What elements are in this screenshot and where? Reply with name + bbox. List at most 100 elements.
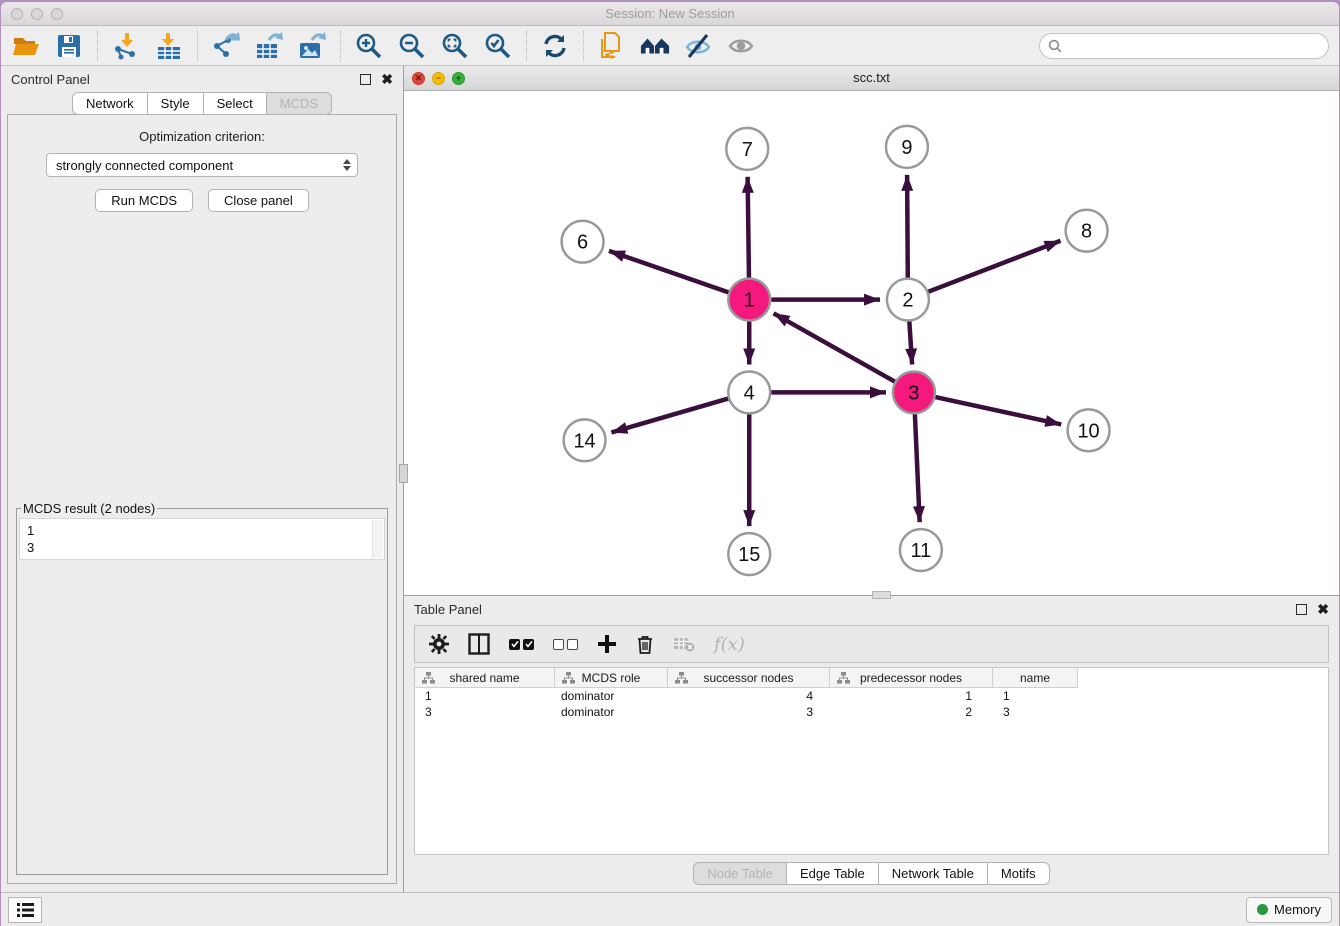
show-all-icon[interactable]: [726, 31, 756, 61]
window-titlebar[interactable]: Session: New Session: [1, 2, 1339, 26]
cell-predecessor-nodes[interactable]: 1: [830, 688, 993, 704]
tab-network-table[interactable]: Network Table: [879, 862, 988, 885]
graph-edge-3-11: [915, 414, 920, 522]
network-canvas[interactable]: 1 2 3 4 6 7 8 9 10 11 14 15: [404, 91, 1339, 595]
zoom-fit-icon[interactable]: [440, 31, 470, 61]
create-column-icon[interactable]: [597, 634, 617, 654]
column-header-mcds-role[interactable]: MCDS role: [555, 668, 668, 688]
svg-text:14: 14: [573, 430, 595, 452]
refresh-layout-icon[interactable]: [540, 31, 570, 61]
column-header-name[interactable]: name: [993, 668, 1078, 688]
run-mcds-button[interactable]: Run MCDS: [95, 189, 193, 212]
column-header-predecessor-nodes[interactable]: predecessor nodes: [830, 668, 993, 688]
cell-mcds-role[interactable]: dominator: [555, 704, 668, 720]
unselect-all-columns-icon[interactable]: [553, 639, 578, 650]
show-columns-icon[interactable]: [468, 633, 490, 655]
maximize-window-button[interactable]: [51, 8, 63, 20]
float-panel-icon[interactable]: [360, 74, 371, 85]
svg-text:11: 11: [911, 540, 932, 562]
network-window-titlebar[interactable]: ✕ − + scc.txt: [404, 66, 1339, 91]
export-table-icon[interactable]: [254, 31, 284, 61]
hierarchy-icon: [837, 672, 850, 684]
graph-node-4[interactable]: 4: [728, 371, 770, 413]
float-table-panel-icon[interactable]: [1296, 604, 1307, 615]
zoom-in-icon[interactable]: [354, 31, 384, 61]
copy-style-icon[interactable]: [597, 31, 627, 61]
export-network-icon[interactable]: [211, 31, 241, 61]
vertical-splitter-handle[interactable]: [399, 464, 408, 483]
control-panel-tabs: Network Style Select MCDS: [1, 92, 403, 115]
zoom-selected-icon[interactable]: [483, 31, 513, 61]
tab-motifs[interactable]: Motifs: [988, 862, 1050, 885]
table-panel: Table Panel ✖: [404, 596, 1339, 892]
import-table-icon[interactable]: [154, 31, 184, 61]
table-settings-gear-icon[interactable]: [429, 634, 449, 654]
cell-shared-name[interactable]: 3: [415, 704, 555, 720]
svg-text:1: 1: [744, 290, 755, 312]
column-header-shared-name[interactable]: shared name: [415, 668, 555, 688]
graph-node-8[interactable]: 8: [1066, 210, 1108, 252]
tab-network[interactable]: Network: [72, 92, 148, 115]
status-bar: Memory: [1, 892, 1339, 926]
close-table-panel-icon[interactable]: ✖: [1317, 602, 1329, 616]
graph-node-2[interactable]: 2: [887, 279, 929, 321]
optimization-criterion-select[interactable]: strongly connected component: [46, 153, 358, 177]
memory-button[interactable]: Memory: [1246, 897, 1332, 923]
graph-node-1[interactable]: 1: [728, 279, 770, 321]
graph-node-15[interactable]: 15: [728, 533, 770, 575]
network-graph[interactable]: 1 2 3 4 6 7 8 9 10 11 14 15: [404, 91, 1339, 595]
table-row[interactable]: 3 dominator 3 2 3: [415, 704, 1328, 720]
select-all-columns-icon[interactable]: [509, 639, 534, 650]
result-scrollbar[interactable]: [372, 520, 383, 558]
first-neighbors-icon[interactable]: [640, 31, 670, 61]
mcds-result-list[interactable]: 1 3: [19, 518, 385, 560]
graph-node-11[interactable]: 11: [900, 529, 942, 571]
memory-label: Memory: [1274, 902, 1321, 917]
network-minimize-button[interactable]: −: [432, 72, 445, 85]
zoom-out-icon[interactable]: [397, 31, 427, 61]
delete-column-icon[interactable]: [636, 634, 654, 655]
app-window: Session: New Session: [1, 2, 1339, 926]
minimize-window-button[interactable]: [31, 8, 43, 20]
close-panel-icon[interactable]: ✖: [381, 72, 393, 86]
graph-node-7[interactable]: 7: [726, 128, 768, 170]
table-row[interactable]: 1 dominator 4 1 1: [415, 688, 1328, 704]
tab-node-table[interactable]: Node Table: [693, 862, 787, 885]
tab-mcds[interactable]: MCDS: [267, 92, 332, 115]
cell-shared-name[interactable]: 1: [415, 688, 555, 704]
export-image-icon[interactable]: [297, 31, 327, 61]
cell-name[interactable]: 3: [993, 704, 1078, 720]
graph-node-9[interactable]: 9: [886, 126, 928, 168]
close-panel-button[interactable]: Close panel: [208, 189, 309, 212]
search-field[interactable]: [1039, 33, 1329, 59]
svg-text:7: 7: [742, 139, 753, 161]
memory-status-dot: [1257, 904, 1268, 915]
cell-successor-nodes[interactable]: 3: [668, 704, 830, 720]
control-panel: Control Panel ✖ Network Style Select MCD…: [1, 66, 404, 892]
task-history-button[interactable]: [8, 897, 42, 923]
save-session-icon[interactable]: [54, 31, 84, 61]
graph-node-3[interactable]: 3: [893, 371, 935, 413]
tab-select[interactable]: Select: [204, 92, 267, 115]
graph-edge-2-8: [928, 241, 1060, 292]
hide-selected-icon[interactable]: [683, 31, 713, 61]
graph-node-14[interactable]: 14: [564, 419, 606, 461]
open-session-icon[interactable]: [11, 31, 41, 61]
graph-node-10[interactable]: 10: [1068, 409, 1110, 451]
graph-node-6[interactable]: 6: [562, 221, 604, 263]
horizontal-splitter-handle[interactable]: [872, 591, 891, 599]
cell-name[interactable]: 1: [993, 688, 1078, 704]
column-header-successor-nodes[interactable]: successor nodes: [668, 668, 830, 688]
cell-predecessor-nodes[interactable]: 2: [830, 704, 993, 720]
network-close-button[interactable]: ✕: [412, 72, 425, 85]
tab-edge-table[interactable]: Edge Table: [787, 862, 879, 885]
cell-mcds-role[interactable]: dominator: [555, 688, 668, 704]
graph-edge-3-10: [935, 397, 1061, 424]
cell-successor-nodes[interactable]: 4: [668, 688, 830, 704]
graph-edge-4-14: [611, 399, 728, 433]
tab-style[interactable]: Style: [148, 92, 204, 115]
close-window-button[interactable]: [11, 8, 23, 20]
import-network-icon[interactable]: [111, 31, 141, 61]
search-input[interactable]: [1067, 38, 1320, 53]
network-zoom-button[interactable]: +: [452, 72, 465, 85]
